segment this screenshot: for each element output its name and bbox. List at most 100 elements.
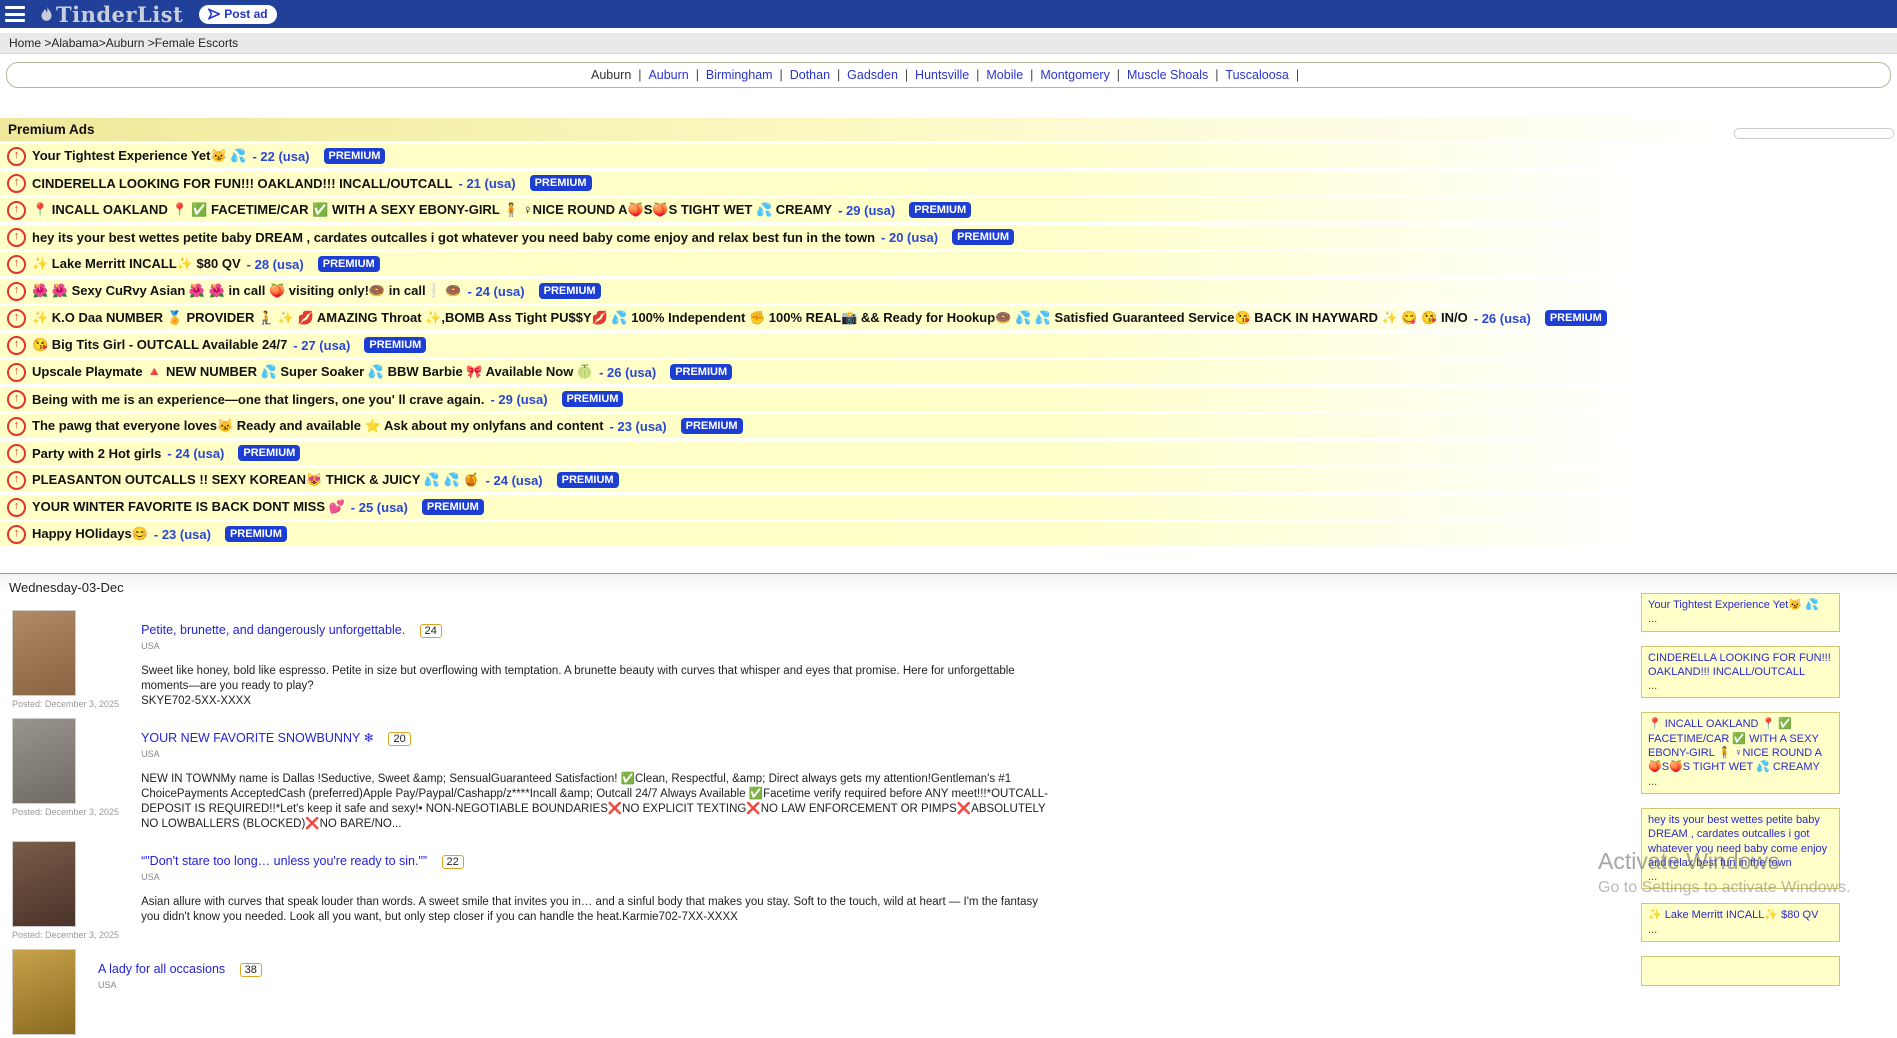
sidebar-ad-box-partial	[1641, 956, 1840, 986]
listing-country: USA	[141, 641, 1056, 651]
city-link[interactable]: Birmingham	[706, 68, 773, 82]
premium-ad-age: - 29 (usa)	[490, 392, 547, 407]
city-separator: |	[773, 68, 790, 82]
premium-badge[interactable]: PREMIUM	[364, 337, 426, 353]
premium-badge[interactable]: PREMIUM	[670, 364, 732, 380]
premium-ad-age: - 24 (usa)	[468, 284, 525, 299]
listing-title-link[interactable]: A lady for all occasions	[98, 962, 225, 976]
listing-thumbnail[interactable]	[12, 718, 76, 804]
listing-thumbnail[interactable]	[12, 949, 76, 1035]
premium-ad-age: - 23 (usa)	[154, 527, 211, 542]
premium-badge[interactable]: PREMIUM	[952, 229, 1014, 245]
listing-content: Petite, brunette, and dangerously unforg…	[141, 610, 1056, 709]
city-link[interactable]: Montgomery	[1040, 68, 1109, 82]
city-link[interactable]: Mobile	[986, 68, 1023, 82]
city-separator: |	[1289, 68, 1306, 82]
premium-ad-row: ↑ PLEASANTON OUTCALLS !! SEXY KOREAN😻 TH…	[0, 468, 1897, 492]
premium-badge[interactable]: PREMIUM	[557, 472, 619, 488]
arrow-up-icon: ↑	[7, 336, 26, 355]
premium-badge[interactable]: PREMIUM	[562, 391, 624, 407]
arrow-up-icon: ↑	[7, 255, 26, 274]
premium-badge[interactable]: PREMIUM	[1545, 310, 1607, 326]
sidebar-boxes: Your Tightest Experience Yet😼 💦 ... CIND…	[1641, 593, 1840, 942]
breadcrumb-item[interactable]: Alabama	[51, 36, 98, 50]
premium-ad-title[interactable]: 📍 INCALL OAKLAND 📍 ✅ FACETIME/CAR ✅ WITH…	[32, 202, 832, 218]
sidebar-ad-box: CINDERELLA LOOKING FOR FUN!!! OAKLAND!!!…	[1641, 646, 1840, 699]
premium-ad-title[interactable]: Being with me is an experience—one that …	[32, 392, 484, 407]
arrow-up-icon: ↑	[7, 174, 26, 193]
premium-ad-title[interactable]: YOUR WINTER FAVORITE IS BACK DONT MISS 💕	[32, 499, 345, 515]
post-ad-label: Post ad	[224, 7, 267, 21]
listing-title-link[interactable]: “"Don't stare too long… unless you're re…	[141, 854, 427, 868]
premium-badge[interactable]: PREMIUM	[324, 148, 386, 164]
premium-ad-title[interactable]: Upscale Playmate 🔺 NEW NUMBER 💦 Super So…	[32, 364, 593, 380]
premium-ad-age: - 29 (usa)	[838, 203, 895, 218]
sidebar-ad-link[interactable]: hey its your best wettes petite baby DRE…	[1648, 814, 1827, 869]
premium-ad-age: - 26 (usa)	[599, 365, 656, 380]
city-link[interactable]: Auburn	[648, 68, 688, 82]
breadcrumb-separator: >	[41, 36, 51, 50]
premium-ad-title[interactable]: hey its your best wettes petite baby DRE…	[32, 230, 875, 245]
premium-ad-row: ↑ ✨ K.O Daa NUMBER 🏅 PROVIDER 🧎 ✨ 💋 AMAZ…	[0, 306, 1897, 330]
premium-ad-title[interactable]: CINDERELLA LOOKING FOR FUN!!! OAKLAND!!!…	[32, 176, 453, 191]
sidebar-ad-link[interactable]: CINDERELLA LOOKING FOR FUN!!! OAKLAND!!!…	[1648, 652, 1831, 678]
city-link[interactable]: Gadsden	[847, 68, 898, 82]
listings-section: Posted: December 3, 2025 Petite, brunett…	[0, 601, 1897, 1038]
listing-thumbnail[interactable]	[12, 841, 76, 927]
listing-thumbnail[interactable]	[12, 610, 76, 696]
premium-ad-title[interactable]: PLEASANTON OUTCALLS !! SEXY KOREAN😻 THIC…	[32, 472, 480, 488]
listing-title-link[interactable]: Petite, brunette, and dangerously unforg…	[141, 623, 405, 637]
arrow-up-icon: ↑	[7, 498, 26, 517]
sidebar-ad-ellipsis[interactable]: ...	[1648, 870, 1833, 884]
arrow-up-icon: ↑	[7, 228, 26, 247]
premium-ad-title[interactable]: Your Tightest Experience Yet😼 💦	[32, 148, 246, 164]
post-ad-button[interactable]: Post ad	[199, 5, 276, 24]
arrow-up-icon: ↑	[7, 309, 26, 328]
premium-ad-title[interactable]: ✨ K.O Daa NUMBER 🏅 PROVIDER 🧎 ✨ 💋 AMAZIN…	[32, 310, 1468, 326]
premium-badge[interactable]: PREMIUM	[238, 445, 300, 461]
premium-ad-title[interactable]: Happy HOlidays😊	[32, 526, 148, 542]
city-link[interactable]: Huntsville	[915, 68, 969, 82]
premium-badge[interactable]: PREMIUM	[909, 202, 971, 218]
premium-badge[interactable]: PREMIUM	[539, 283, 601, 299]
premium-ad-row: ↑ 📍 INCALL OAKLAND 📍 ✅ FACETIME/CAR ✅ WI…	[0, 198, 1897, 222]
city-link[interactable]: Muscle Shoals	[1127, 68, 1208, 82]
sidebar-ad-link[interactable]: 📍 INCALL OAKLAND 📍 ✅ FACETIME/CAR ✅ WITH…	[1648, 718, 1822, 773]
city-link[interactable]: Dothan	[790, 68, 830, 82]
premium-ad-title[interactable]: 🌺 🌺 Sexy CuRvy Asian 🌺 🌺 in call 🍑 visit…	[32, 283, 462, 299]
city-separator: |	[1208, 68, 1225, 82]
sidebar-ad-ellipsis[interactable]: ...	[1648, 679, 1833, 693]
arrow-up-icon: ↑	[7, 147, 26, 166]
listing-posted-date: Posted: December 3, 2025	[12, 930, 119, 940]
sidebar-ad-link[interactable]: Your Tightest Experience Yet😼 💦	[1648, 599, 1819, 611]
listing-row: Posted: December 3, 2025 “"Don't stare t…	[0, 832, 1897, 940]
premium-ad-title[interactable]: ✨ Lake Merritt INCALL✨ $80 QV	[32, 256, 241, 272]
premium-badge[interactable]: PREMIUM	[530, 175, 592, 191]
breadcrumb-item[interactable]: Home	[9, 36, 41, 50]
sidebar-ad-ellipsis[interactable]: ...	[1648, 612, 1833, 626]
sidebar-ad-ellipsis[interactable]: ...	[1648, 775, 1833, 789]
city-separator: |	[689, 68, 706, 82]
sidebar-ad-link[interactable]: ✨ Lake Merritt INCALL✨ $80 QV	[1648, 909, 1818, 921]
arrow-up-icon: ↑	[7, 363, 26, 382]
hamburger-menu-icon[interactable]	[5, 6, 25, 22]
sidebar-premium-list: Your Tightest Experience Yet😼 💦 ... CIND…	[1641, 593, 1840, 1000]
premium-ad-row: ↑ hey its your best wettes petite baby D…	[0, 225, 1897, 249]
premium-badge[interactable]: PREMIUM	[318, 256, 380, 272]
site-logo[interactable]: TinderList	[39, 2, 183, 27]
breadcrumb-item[interactable]: Female Escorts	[155, 36, 238, 50]
city-link[interactable]: Auburn	[591, 68, 631, 82]
listing-title-link[interactable]: YOUR NEW FAVORITE SNOWBUNNY ❄	[141, 731, 374, 745]
city-link[interactable]: Tuscaloosa	[1225, 68, 1288, 82]
premium-badge[interactable]: PREMIUM	[681, 418, 743, 434]
premium-badge[interactable]: PREMIUM	[225, 526, 287, 542]
date-header: Wednesday-03-Dec	[0, 573, 1897, 601]
sidebar-ad-ellipsis[interactable]: ...	[1648, 923, 1833, 937]
premium-badge[interactable]: PREMIUM	[422, 499, 484, 515]
premium-ad-title[interactable]: The pawg that everyone loves😼 Ready and …	[32, 418, 604, 434]
arrow-up-icon: ↑	[7, 201, 26, 220]
breadcrumb-item[interactable]: Auburn	[106, 36, 145, 50]
premium-ad-title[interactable]: 😘 Big Tits Girl - OUTCALL Available 24/7	[32, 337, 287, 353]
premium-ad-title[interactable]: Party with 2 Hot girls	[32, 446, 161, 461]
scrollbar-thumb[interactable]	[1734, 128, 1894, 139]
